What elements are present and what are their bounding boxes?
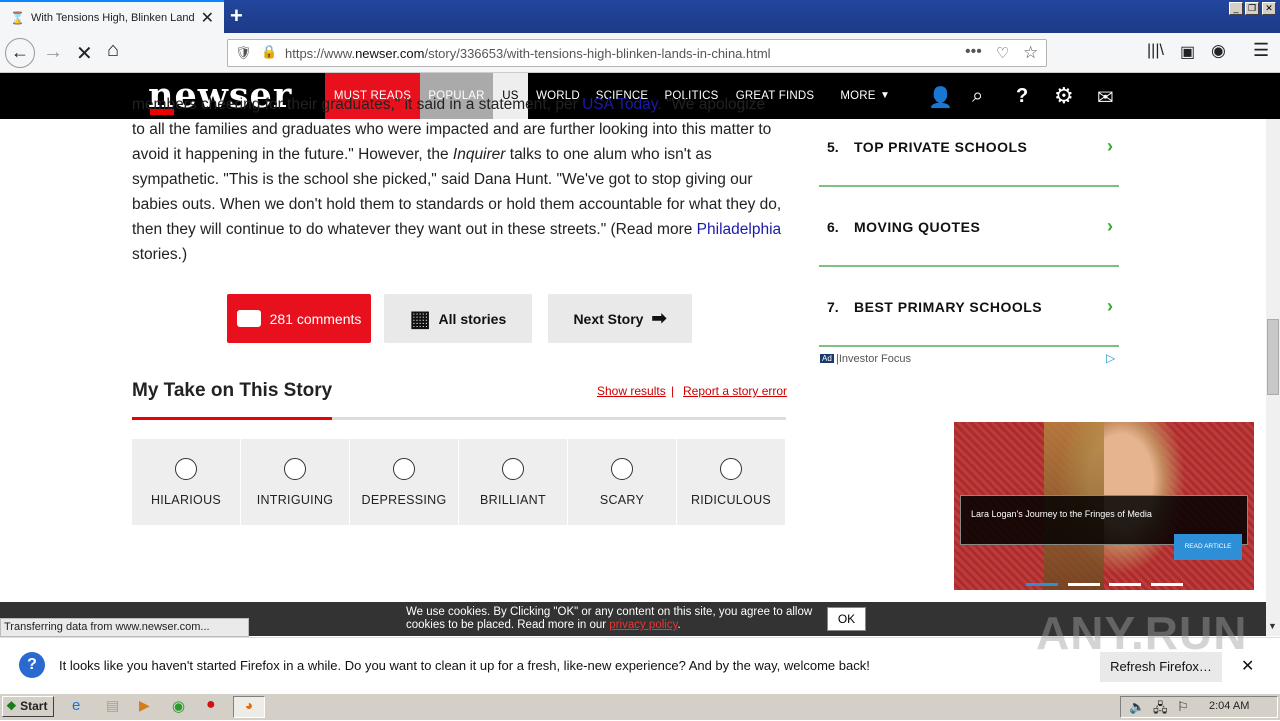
link-separator: | (671, 384, 675, 398)
read-article-button[interactable]: READ ARTICLE (1174, 534, 1242, 560)
my-take-title: My Take on This Story (132, 380, 333, 401)
browser-nav-bar: ← → ✕ ⌂ 🛡 🔒 https://www.newser.com/story… (0, 33, 1280, 73)
restore-window-button[interactable]: ❐ (1245, 2, 1259, 15)
flag-icon[interactable]: ⚐ (1177, 699, 1189, 715)
show-results-link[interactable]: Show results (597, 384, 666, 398)
page-scrollbar[interactable]: ▼ (1266, 119, 1280, 636)
radio-circle[interactable] (393, 458, 415, 480)
media-player-icon[interactable]: ▶ (139, 697, 150, 714)
lock-icon[interactable]: 🔒 (261, 44, 277, 60)
article-text: members cheering for their graduates," i… (132, 96, 782, 267)
opera-icon[interactable]: ● (206, 696, 216, 714)
new-tab-button[interactable]: + (230, 3, 243, 29)
all-stories-button[interactable]: ▦ All stories (384, 294, 532, 343)
chevron-right-icon: › (1107, 296, 1113, 316)
close-window-button[interactable]: ✕ (1262, 2, 1276, 15)
status-bar: Transferring data from www.newser.com... (0, 618, 249, 637)
home-icon[interactable]: ⌂ (107, 39, 119, 62)
search-icon[interactable]: ⌕ (972, 85, 983, 108)
video-ad[interactable]: Lara Logan's Journey to the Fringes of M… (954, 422, 1254, 590)
philadelphia-link[interactable]: Philadelphia (697, 221, 781, 238)
system-tray: 🔈 🖧 ⚐ 2:04 AM (1120, 696, 1278, 718)
carousel-dot-active[interactable] (1026, 583, 1058, 586)
carousel-dot[interactable] (1068, 583, 1100, 586)
comments-button[interactable]: 281 comments (227, 294, 371, 343)
grid-icon: ▦ (409, 305, 431, 331)
reaction-intriguing[interactable]: INTRIGUING (241, 439, 349, 525)
carousel-dot[interactable] (1109, 583, 1141, 586)
sidebar-list-item[interactable]: 6. MOVING QUOTES › (819, 187, 1119, 267)
reaction-depressing[interactable]: DEPRESSING (350, 439, 458, 525)
clock: 2:04 AM (1209, 700, 1250, 712)
speaker-icon[interactable]: 🔈 (1129, 699, 1145, 715)
reaction-ridiculous[interactable]: RIDICULOUS (677, 439, 785, 525)
browser-tab-bar: ⌛ With Tensions High, Blinken Lands ✕ + … (0, 0, 1280, 33)
sidebar-list-item[interactable]: 5. TOP PRIVATE SCHOOLS › (819, 107, 1119, 187)
notification-text: It looks like you haven't started Firefo… (59, 658, 870, 673)
radio-circle[interactable] (284, 458, 306, 480)
report-error-link[interactable]: Report a story error (683, 384, 787, 398)
adchoices-icon[interactable]: ▷ (1106, 351, 1115, 365)
pocket-icon[interactable]: ♡ (996, 44, 1009, 62)
next-story-button[interactable]: Next Story ➡ (548, 294, 692, 343)
library-icon[interactable]: |||\ (1147, 42, 1164, 60)
stop-loading-icon[interactable]: ✕ (76, 41, 93, 66)
shield-icon[interactable]: 🛡 (235, 45, 252, 61)
usa-today-link[interactable]: USA Today (582, 96, 657, 113)
bookmark-star-icon[interactable]: ☆ (1023, 43, 1038, 63)
chevron-right-icon: › (1107, 136, 1113, 156)
url-bar[interactable]: 🛡 🔒 https://www.newser.com/story/336653/… (227, 39, 1047, 67)
reaction-hilarious[interactable]: HILARIOUS (132, 439, 240, 525)
hourglass-icon: ⌛ (10, 10, 25, 25)
radio-circle[interactable] (611, 458, 633, 480)
arrow-right-icon: ➡ (651, 308, 667, 328)
scroll-thumb[interactable] (1267, 319, 1279, 395)
sidebar-icon[interactable]: ▣ (1180, 42, 1195, 62)
windows-logo-icon: ❖ (6, 699, 17, 713)
privacy-policy-link[interactable]: privacy policy (609, 619, 677, 631)
back-arrow-icon[interactable]: ← (5, 38, 35, 68)
question-icon: ? (19, 652, 45, 678)
page-actions-icon[interactable]: ••• (965, 43, 982, 61)
sidebar-list-item[interactable]: 7. BEST PRIMARY SCHOOLS › (819, 267, 1119, 347)
cookie-ok-button[interactable]: OK (827, 607, 866, 631)
start-button[interactable]: ❖ Start (2, 696, 54, 717)
firefox-icon: ◕ (244, 697, 254, 713)
radio-circle[interactable] (175, 458, 197, 480)
radio-circle[interactable] (502, 458, 524, 480)
ad-badge: Ad (820, 354, 834, 363)
url-text[interactable]: https://www.newser.com/story/336653/with… (285, 46, 771, 61)
forward-arrow-icon[interactable]: → (43, 41, 63, 64)
windows-taskbar: ❖ Start e ▤ ▶ ◉ ● ◕ 🔈 🖧 ⚐ 2:04 AM (0, 693, 1280, 720)
close-tab-icon[interactable]: ✕ (201, 8, 214, 28)
reaction-brilliant[interactable]: BRILLIANT (459, 439, 567, 525)
chrome-icon[interactable]: ◉ (172, 697, 185, 715)
watermark-logo: ANY.RUN (1036, 607, 1248, 659)
tab-title: With Tensions High, Blinken Lands (30, 11, 195, 24)
folder-icon[interactable]: ▤ (106, 697, 119, 714)
speech-bubble-icon (236, 310, 261, 327)
hamburger-menu-icon[interactable]: ☰ (1253, 40, 1269, 61)
firefox-taskbar-button[interactable]: ◕ (233, 696, 265, 718)
help-icon[interactable]: ? (1016, 85, 1028, 108)
article-paragraph: members cheering for their graduates," i… (132, 96, 782, 263)
ie-icon[interactable]: e (72, 697, 80, 714)
minimize-window-button[interactable]: _ (1229, 2, 1243, 15)
chevron-right-icon: › (1107, 216, 1113, 236)
scroll-down-arrow[interactable]: ▼ (1268, 621, 1277, 631)
radio-circle[interactable] (720, 458, 742, 480)
reaction-scary[interactable]: SCARY (568, 439, 676, 525)
gear-icon[interactable]: ⚙ (1054, 83, 1074, 109)
my-take-underline (132, 417, 786, 420)
ad-source[interactable]: |Investor Focus (836, 353, 911, 365)
account-icon[interactable]: ◉ (1211, 41, 1226, 61)
network-icon[interactable]: 🖧 (1153, 699, 1168, 721)
carousel-dot[interactable] (1151, 583, 1183, 586)
cookie-text: We use cookies. By Clicking "OK" or any … (406, 606, 813, 631)
browser-tab[interactable]: ⌛ With Tensions High, Blinken Lands ✕ (0, 0, 224, 33)
